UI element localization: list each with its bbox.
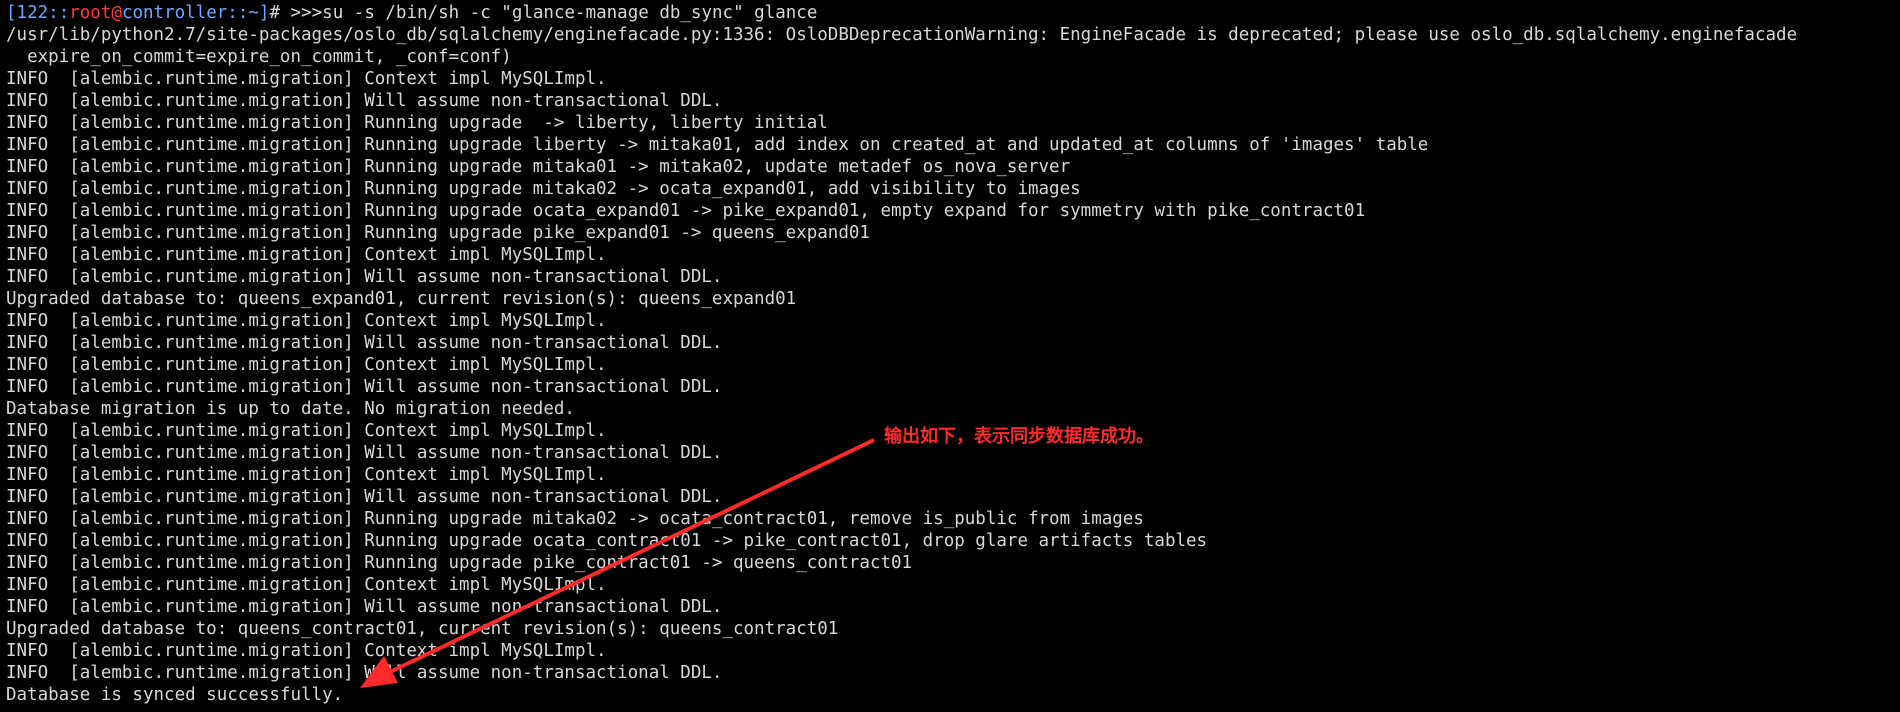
output-line: INFO [alembic.runtime.migration] Running… [6, 223, 870, 243]
prompt-command: su -s /bin/sh -c "glance-manage db_sync"… [322, 3, 818, 23]
output-line: INFO [alembic.runtime.migration] Running… [6, 201, 1366, 221]
output-line: INFO [alembic.runtime.migration] Running… [6, 113, 828, 133]
prompt-close-bracket: ] [258, 3, 270, 23]
prompt-at: @ [111, 3, 122, 23]
terminal-output: [122::root@controller::~]# >>>su -s /bin… [6, 2, 1900, 706]
output-line: INFO [alembic.runtime.migration] Will as… [6, 267, 723, 287]
output-line: INFO [alembic.runtime.migration] Context… [6, 465, 607, 485]
output-line: INFO [alembic.runtime.migration] Running… [6, 509, 1144, 529]
prompt-path: ~ [248, 3, 259, 23]
output-line: Database migration is up to date. No mig… [6, 399, 575, 419]
output-line: expire_on_commit=expire_on_commit, _conf… [6, 47, 512, 67]
output-line: INFO [alembic.runtime.migration] Running… [6, 135, 1429, 155]
output-line: Upgraded database to: queens_expand01, c… [6, 289, 797, 309]
output-line: /usr/lib/python2.7/site-packages/oslo_db… [6, 25, 1798, 45]
output-line: INFO [alembic.runtime.migration] Running… [6, 179, 1081, 199]
prompt-host-id: 122:: [16, 3, 70, 23]
prompt-hostname: controller [121, 3, 228, 23]
output-line: Database is synced successfully. [6, 685, 344, 705]
prompt-hash: # [269, 3, 281, 23]
output-line: INFO [alembic.runtime.migration] Will as… [6, 487, 723, 507]
output-line: INFO [alembic.runtime.migration] Will as… [6, 663, 723, 683]
annotation-label: 输出如下，表示同步数据库成功。 [884, 426, 1154, 447]
output-line: INFO [alembic.runtime.migration] Running… [6, 157, 1071, 177]
output-line: INFO [alembic.runtime.migration] Context… [6, 575, 607, 595]
output-line: INFO [alembic.runtime.migration] Running… [6, 531, 1208, 551]
output-line: INFO [alembic.runtime.migration] Context… [6, 69, 607, 89]
output-line: INFO [alembic.runtime.migration] Context… [6, 355, 607, 375]
output-line: INFO [alembic.runtime.migration] Context… [6, 245, 607, 265]
terminal-window[interactable]: [122::root@controller::~]# >>>su -s /bin… [0, 0, 1900, 712]
output-line: INFO [alembic.runtime.migration] Will as… [6, 377, 723, 397]
output-line: INFO [alembic.runtime.migration] Will as… [6, 597, 723, 617]
prompt-marker: >>> [280, 3, 323, 23]
output-line: INFO [alembic.runtime.migration] Context… [6, 311, 607, 331]
prompt-open-bracket: [ [6, 3, 17, 23]
output-line: INFO [alembic.runtime.migration] Will as… [6, 333, 723, 353]
output-line: Upgraded database to: queens_contract01,… [6, 619, 839, 639]
output-line: INFO [alembic.runtime.migration] Running… [6, 553, 913, 573]
prompt-line: [122::root@controller::~]# >>>su -s /bin… [6, 2, 1900, 24]
prompt-separator: :: [227, 3, 249, 23]
prompt-user: root [69, 3, 112, 23]
output-line: INFO [alembic.runtime.migration] Context… [6, 641, 607, 661]
output-line: INFO [alembic.runtime.migration] Will as… [6, 91, 723, 111]
